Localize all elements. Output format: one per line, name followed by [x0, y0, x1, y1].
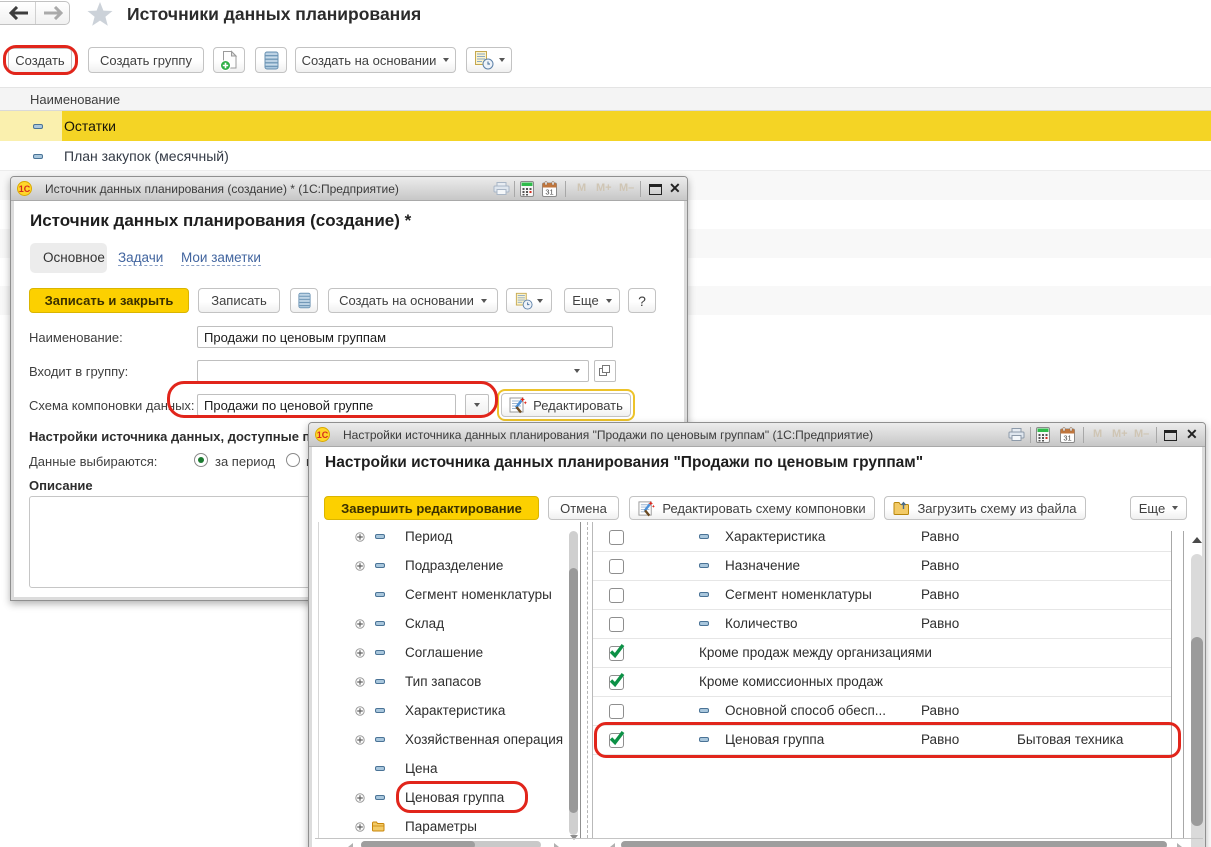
- svg-text:31: 31: [545, 188, 553, 197]
- svg-text:31: 31: [1063, 434, 1071, 443]
